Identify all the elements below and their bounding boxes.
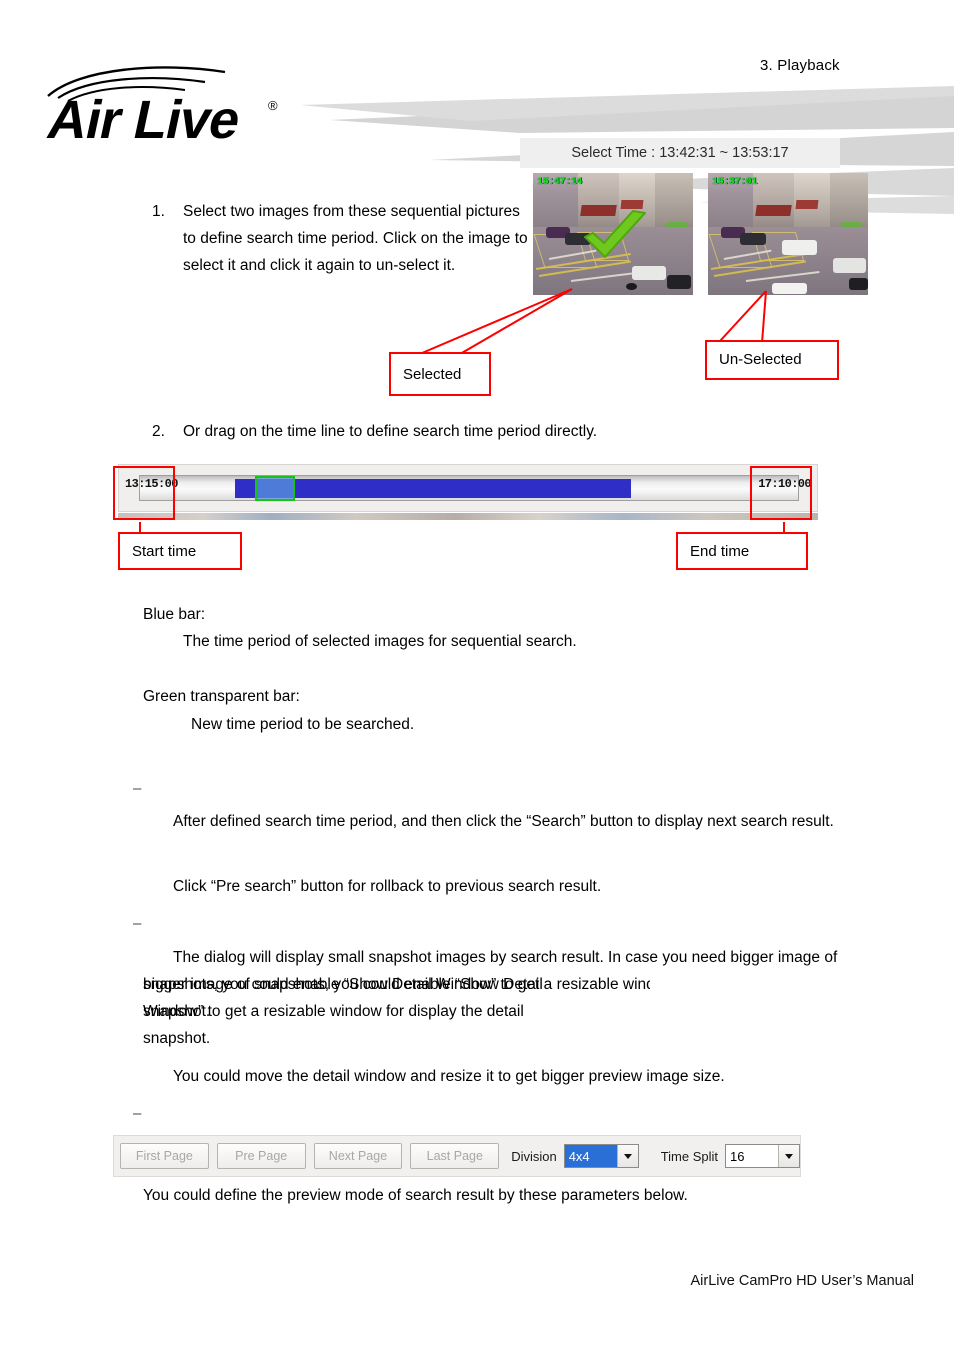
green-bar-title: Green transparent bar: [143, 688, 300, 705]
green-new-range-bar[interactable] [255, 476, 295, 501]
search-button-paragraph: After defined search time period, and th… [173, 813, 834, 830]
division-value: 4x4 [564, 1145, 617, 1167]
division-select[interactable]: 4x4 [563, 1144, 639, 1168]
pre-search-paragraph: Click “Pre search” button for rollback t… [173, 878, 602, 895]
chapter-title: 3. Playback [760, 57, 840, 74]
time-split-select[interactable]: 16 [725, 1144, 801, 1168]
manual-page: 3. Playback Air Live ® Select Time : 13:… [0, 0, 954, 1350]
next-page-button[interactable]: Next Page [313, 1143, 403, 1169]
first-page-button[interactable]: First Page [120, 1143, 209, 1169]
callout-end-time-label: End time [690, 542, 750, 560]
callout-selected-label: Selected [403, 365, 462, 383]
chevron-down-icon[interactable] [778, 1145, 800, 1167]
bullet-marker-2: – [133, 915, 142, 932]
blue-bar-desc: The time period of selected images for s… [183, 633, 577, 650]
preview-toolbar[interactable]: First Page Pre Page Next Page Last Page … [113, 1135, 801, 1177]
svg-text:Air Live: Air Live [42, 90, 245, 150]
snapshot-timestamp: 15:37:01 [712, 177, 757, 188]
pre-page-button[interactable]: Pre Page [216, 1143, 306, 1169]
pre-page-label: Pre Page [235, 1149, 288, 1163]
bullet-marker-3: – [133, 1105, 142, 1122]
callout-end-time: End time [676, 532, 808, 570]
preview-mode-paragraph: You could define the preview mode of sea… [143, 1187, 688, 1204]
snapshot-timestamp: 15:47:14 [537, 177, 582, 188]
detail-para-l2: bigger image of snapshots, you could ena… [143, 976, 543, 993]
text-wrap-spacer [650, 968, 860, 1038]
step-2-number: 2. [152, 423, 165, 440]
first-page-label: First Page [135, 1149, 193, 1163]
timeline-widget[interactable]: 13:15:00 17:10:00 [118, 464, 818, 520]
airlive-logo: Air Live ® [40, 58, 310, 153]
start-time-highlight-box [113, 466, 175, 520]
unselected-snapshot[interactable]: 15:37:01 [708, 173, 868, 295]
select-time-bar: Select Time : 13:42:31 ~ 13:53:17 [520, 138, 840, 168]
step-2-text: Or drag on the time line to define searc… [183, 423, 598, 440]
blue-bar-title: Blue bar: [143, 606, 206, 623]
time-split-value: 16 [730, 1148, 745, 1164]
svg-text:®: ® [268, 98, 278, 113]
detail-para-l4: snapshot. [143, 1030, 211, 1047]
selected-check-icon [584, 210, 646, 258]
camera-frame: 15:37:01 [708, 173, 868, 295]
callout-start-time-label: Start time [132, 542, 197, 560]
callout-selected: Selected [389, 352, 491, 396]
last-page-button[interactable]: Last Page [410, 1143, 500, 1169]
step-1-number: 1. [152, 203, 165, 220]
timeline-panel: 13:15:00 17:10:00 [118, 464, 818, 512]
detail-para-l3: Window” to get a resizable window for di… [143, 1003, 524, 1020]
timeline-track[interactable] [139, 475, 799, 501]
timeline-filmstrip [118, 513, 818, 520]
footer-divider [40, 1248, 914, 1249]
last-page-label: Last Page [426, 1149, 483, 1163]
green-bar-desc: New time period to be searched. [191, 716, 415, 733]
callout-start-time: Start time [118, 532, 242, 570]
step-1-text: Select two images from these sequential … [183, 203, 528, 274]
time-split-label: Time Split [660, 1148, 719, 1164]
detail-window-paragraph-line2: bigger image of snapshots, you could ena… [143, 971, 648, 1052]
next-page-label: Next Page [328, 1149, 388, 1163]
end-time-highlight-box [750, 466, 812, 520]
chevron-down-icon[interactable] [616, 1145, 638, 1167]
selected-snapshot[interactable]: 15:47:14 [533, 173, 693, 295]
footer-text: AirLive CamPro HD User’s Manual [690, 1273, 914, 1289]
division-label: Division [511, 1148, 557, 1164]
callout-unselected-label: Un-Selected [719, 350, 802, 368]
bullet-marker-1: – [133, 780, 142, 797]
move-detail-window-paragraph: You could move the detail window and res… [173, 1068, 725, 1085]
callout-unselected: Un-Selected [705, 340, 839, 380]
